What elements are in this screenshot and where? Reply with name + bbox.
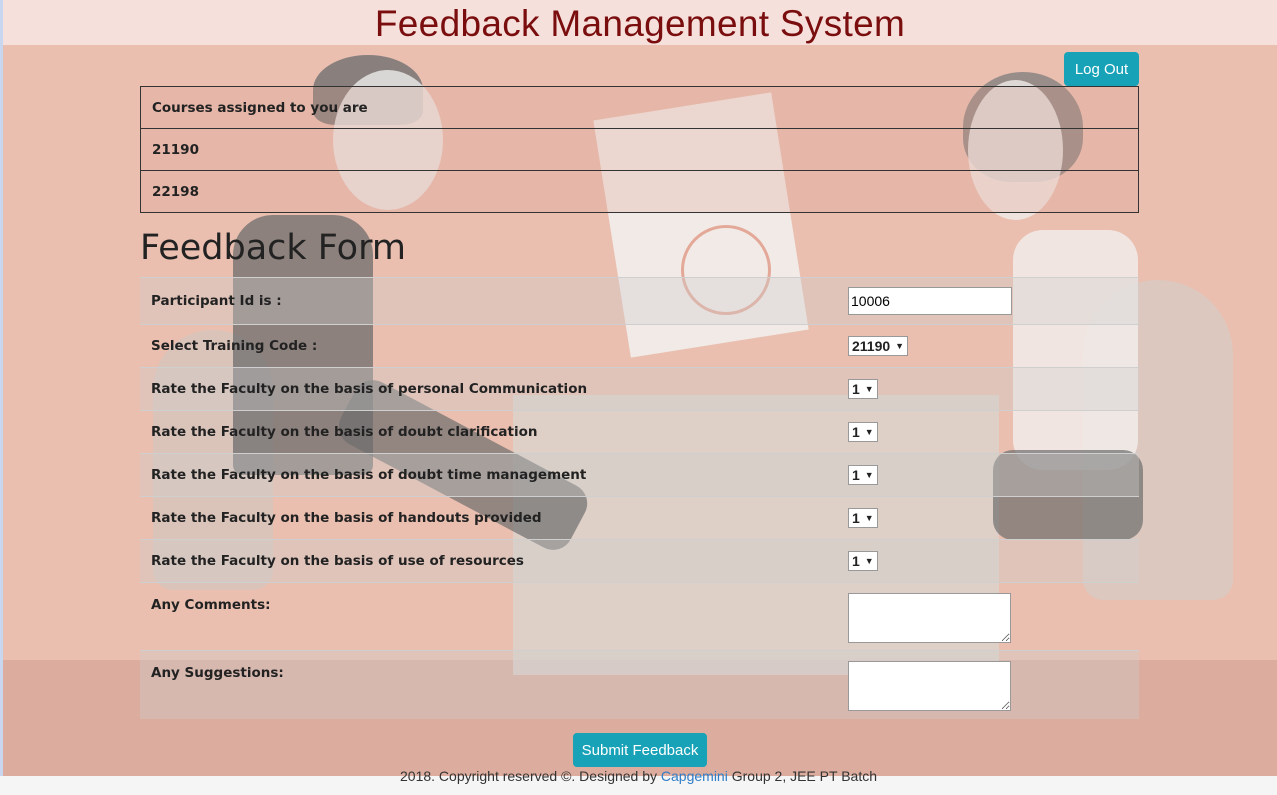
rating-label: Rate the Faculty on the basis of doubt t…: [140, 453, 848, 497]
rating-label: Rate the Faculty on the basis of doubt c…: [151, 424, 538, 440]
participant-label: Participant Id is :: [140, 277, 848, 325]
form-row-rating: Rate the Faculty on the basis of handout…: [140, 496, 1139, 540]
form-row-suggestions: Any Suggestions:: [140, 650, 1139, 719]
comments-textarea[interactable]: [848, 593, 1011, 643]
dropdown-arrow-icon: ▼: [864, 384, 874, 394]
training-code-label: Select Training Code :: [151, 338, 318, 354]
app-header: Feedback Management System: [3, 0, 1277, 45]
dropdown-arrow-icon: ▼: [864, 427, 874, 437]
submit-feedback-button[interactable]: Submit Feedback: [573, 733, 707, 767]
form-row-rating: Rate the Faculty on the basis of doubt t…: [140, 453, 1139, 497]
participant-id-input[interactable]: [848, 287, 1012, 315]
form-row-training-code: Select Training Code : 21190 ▼: [140, 324, 1139, 368]
footer: 2018. Copyright reserved ©. Designed by …: [0, 768, 1277, 784]
dropdown-arrow-icon: ▼: [864, 556, 874, 566]
form-row-rating: Rate the Faculty on the basis of persona…: [140, 367, 1139, 411]
rating-select[interactable]: 1 ▼: [848, 465, 878, 485]
capgemini-link[interactable]: Capgemini: [661, 768, 728, 784]
form-row-comments: Any Comments:: [140, 582, 1139, 651]
course-item: 22198: [140, 170, 1139, 213]
dropdown-arrow-icon: ▼: [895, 341, 905, 351]
rating-select[interactable]: 1 ▼: [848, 508, 878, 528]
form-row-participant: Participant Id is :: [140, 277, 1139, 325]
form-row-rating: Rate the Faculty on the basis of use of …: [140, 539, 1139, 583]
rating-select[interactable]: 1 ▼: [848, 422, 878, 442]
dropdown-arrow-icon: ▼: [864, 513, 874, 523]
feedback-form: Participant Id is : Select Training Code…: [140, 277, 1139, 719]
courses-heading: Courses assigned to you are: [140, 86, 1139, 129]
courses-table: Courses assigned to you are 21190 22198: [140, 86, 1139, 213]
form-row-rating: Rate the Faculty on the basis of doubt c…: [140, 410, 1139, 454]
comments-label: Any Comments:: [151, 597, 271, 613]
rating-label: Rate the Faculty on the basis of persona…: [140, 367, 848, 411]
rating-select[interactable]: 1 ▼: [848, 379, 878, 399]
rating-label: Rate the Faculty on the basis of handout…: [151, 510, 542, 526]
form-title: Feedback Form: [140, 228, 406, 268]
footer-suffix: Group 2, JEE PT Batch: [727, 768, 877, 784]
course-item: 21190: [140, 128, 1139, 171]
logout-button[interactable]: Log Out: [1064, 52, 1139, 86]
suggestions-label: Any Suggestions:: [140, 650, 848, 719]
footer-prefix: 2018. Copyright reserved ©. Designed by: [400, 768, 661, 784]
training-code-select[interactable]: 21190 ▼: [848, 336, 909, 356]
rating-select[interactable]: 1 ▼: [848, 551, 878, 571]
suggestions-textarea[interactable]: [848, 661, 1011, 711]
dropdown-arrow-icon: ▼: [864, 470, 874, 480]
app-title: Feedback Management System: [374, 3, 906, 44]
rating-label: Rate the Faculty on the basis of use of …: [140, 539, 848, 583]
